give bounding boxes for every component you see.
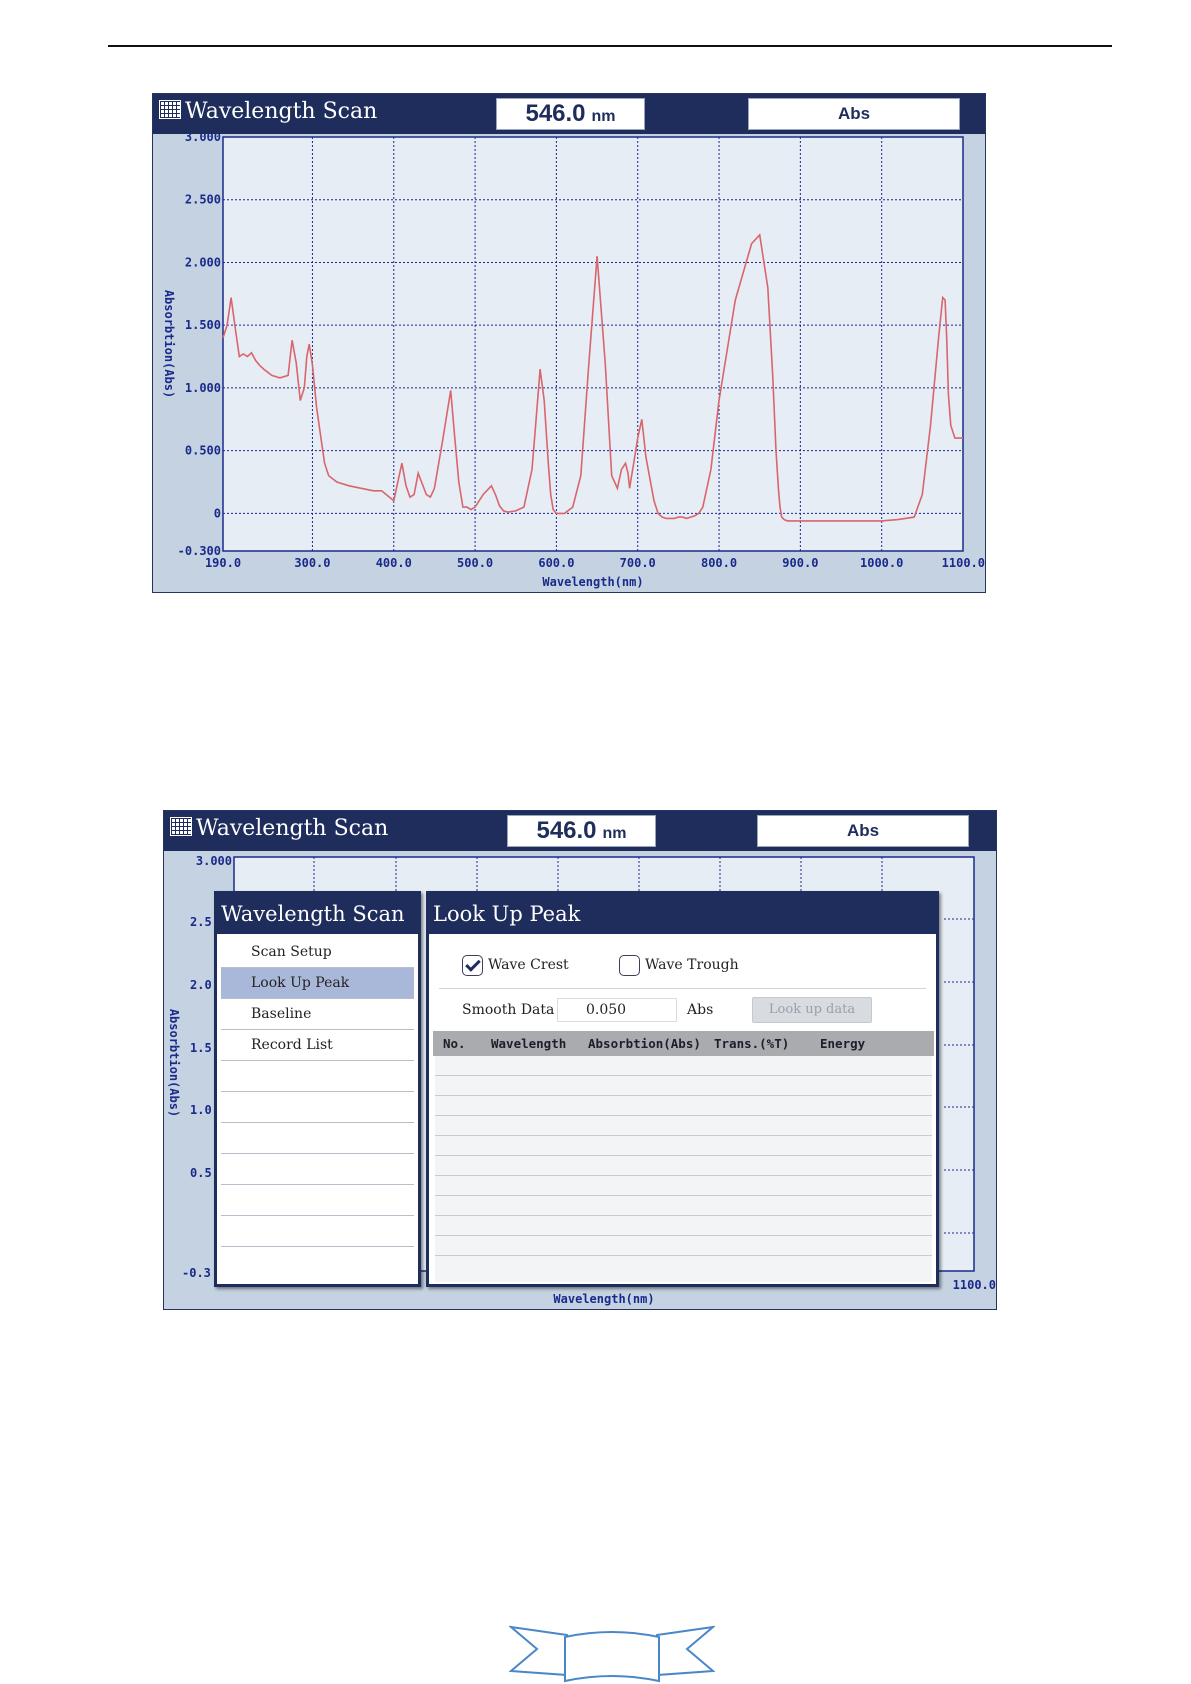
page-top-rule [108,45,1112,47]
table-row[interactable] [435,1056,932,1076]
y-tick-label: 2.500 [185,193,221,207]
x-axis-label: Wavelength(nm) [542,575,643,589]
x-tick-label: 600.0 [538,556,574,570]
smooth-data-label: Smooth Data [462,1002,555,1018]
y-tick-label: 3.000 [196,854,232,868]
y-axis-label: Absorbtion(Abs) [167,1009,181,1117]
y-tick-label: 3.000 [185,134,221,144]
x-tick-label: 190.0 [205,556,241,570]
y-tick-label: 2.000 [185,255,221,269]
peak-table-body[interactable] [435,1056,932,1282]
x-tick-label: 1000.0 [860,556,903,570]
table-row[interactable] [435,1096,932,1116]
menu-item[interactable] [221,1092,414,1123]
menu-item[interactable] [221,1185,414,1216]
menu-item[interactable]: Look Up Peak [221,968,414,999]
options-divider [439,988,926,989]
column-header: Trans.(%T) [714,1036,790,1051]
wave-trough-option[interactable]: Wave Trough [619,951,739,979]
column-header: Wavelength [491,1036,567,1051]
table-row[interactable] [435,1216,932,1236]
x-axis-label: Wavelength(nm) [553,1292,654,1306]
bottom-mode-display[interactable]: Abs [757,815,969,847]
wave-crest-option[interactable]: Wave Crest [462,951,569,979]
bottom-scan-screen: Wavelength Scan 546.0 nm Abs 3.000 2.5 2.… [163,810,997,1310]
top-scan-screen: Wavelength Scan 546.0 nm Abs -0.300 0 0.500… [152,93,986,593]
table-row[interactable] [435,1156,932,1176]
x-tick-label: 300.0 [294,556,330,570]
table-row[interactable] [435,1076,932,1096]
table-row[interactable] [435,1116,932,1136]
menu-item[interactable]: Baseline [221,999,414,1030]
column-header: Absorbtion(Abs) [588,1036,701,1051]
top-title: Wavelength Scan [159,99,377,124]
table-row[interactable] [435,1176,932,1196]
y-tick-label: 1.5 [190,1041,212,1055]
wave-trough-checkbox[interactable] [619,954,640,976]
look-up-peak-title: Look Up Peak [429,894,936,934]
menu-title: Wavelength Scan [217,894,418,934]
menu-item[interactable]: Record List [221,1030,414,1061]
x-tick-label: 700.0 [620,556,656,570]
look-up-peak-panel: Look Up Peak Wave Crest Wave Trough Smoo… [426,891,939,1287]
y-tick-label: 0.5 [190,1166,212,1180]
look-up-data-button[interactable]: Look up data [752,997,872,1023]
page-ribbon-decoration [509,1625,715,1683]
table-row[interactable] [435,1136,932,1156]
y-tick-label: 1.000 [185,381,221,395]
y-tick-label: -0.3 [182,1266,211,1280]
peak-table-header: No. Wavelength Absorbtion(Abs) Trans.(%T… [433,1031,934,1056]
menu-item[interactable] [221,1154,414,1185]
x-tick-label: 500.0 [457,556,493,570]
smooth-data-unit: Abs [687,1002,714,1018]
column-header: No. [443,1036,466,1051]
bottom-title-bar: Wavelength Scan 546.0 nm Abs [164,811,996,851]
table-row[interactable] [435,1236,932,1256]
grid-icon [170,817,192,836]
x-tick-label: 1100.0 [953,1278,996,1292]
y-tick-label: 1.500 [185,318,221,332]
top-mode-display[interactable]: Abs [748,98,960,130]
x-tick-label: 1100.0 [942,556,985,570]
x-tick-label: 900.0 [782,556,818,570]
top-wavelength-display: 546.0 nm [496,98,645,130]
table-row[interactable] [435,1196,932,1216]
top-absorbance-chart: -0.30000.5001.0001.5002.0002.5003.000 19… [162,134,985,589]
x-tick-label: 400.0 [376,556,412,570]
y-tick-label: 1.0 [190,1103,212,1117]
top-title-bar: Wavelength Scan 546.0 nm Abs [153,94,985,134]
menu-list: Scan Setup Look Up Peak Baseline Record Lis… [217,937,418,1284]
y-tick-label: 0.500 [185,444,221,458]
bottom-wavelength-display: 546.0 nm [507,815,656,847]
menu-item[interactable] [221,1061,414,1092]
menu-item[interactable] [221,1216,414,1247]
plot-area [223,137,963,551]
y-tick-label: 0 [214,506,221,520]
y-axis-label: Absorbtion(Abs) [162,290,176,398]
scan-menu-panel: Wavelength Scan Scan Setup Look Up Peak Ba… [214,891,421,1287]
y-tick-label: 2.0 [190,978,212,992]
grid-icon [159,100,181,119]
wave-crest-checkbox[interactable] [462,954,483,976]
menu-item[interactable]: Scan Setup [221,937,414,968]
smooth-data-input[interactable]: 0.050 [557,998,677,1022]
column-header: Energy [820,1036,866,1051]
bottom-title: Wavelength Scan [170,816,388,841]
menu-item[interactable] [221,1123,414,1154]
y-tick-label: 2.5 [190,915,212,929]
x-tick-label: 800.0 [701,556,737,570]
